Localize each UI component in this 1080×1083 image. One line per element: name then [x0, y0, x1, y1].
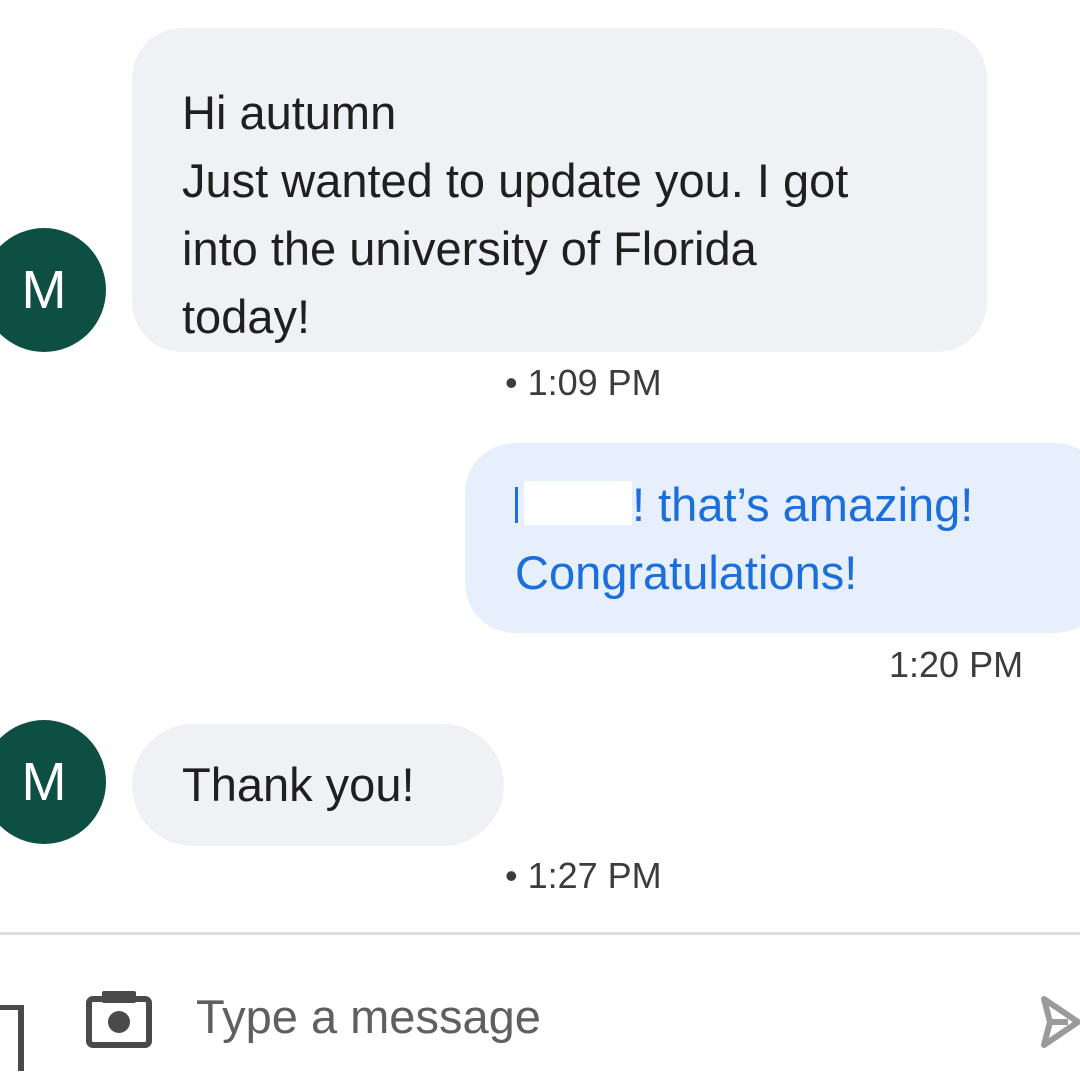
- message-timestamp: • 1:27 PM: [505, 855, 662, 896]
- sender-avatar[interactable]: M: [0, 228, 106, 352]
- message-text-line: today!: [182, 290, 311, 343]
- message-text-line: Hi autumn: [182, 86, 397, 139]
- message-text-line: Thank you!: [182, 758, 415, 811]
- sender-avatar[interactable]: M: [0, 720, 106, 844]
- message-composer: [0, 932, 1080, 1083]
- send-icon[interactable]: [1038, 993, 1080, 1051]
- outgoing-message-bubble[interactable]: ! that’s amazing! Congratulations!: [465, 443, 1080, 633]
- redacted-name-fragment: [515, 487, 518, 523]
- camera-icon[interactable]: [86, 987, 152, 1049]
- incoming-message-bubble[interactable]: Thank you!: [132, 724, 504, 846]
- message-thread[interactable]: M Hi autumn Just wanted to update you. I…: [0, 0, 1080, 934]
- message-input[interactable]: [196, 981, 976, 1051]
- message-timestamp: 1:20 PM: [889, 644, 1024, 685]
- message-timestamp: • 1:09 PM: [505, 362, 662, 403]
- redacted-name: [524, 481, 632, 525]
- attachment-icon[interactable]: [0, 1005, 24, 1071]
- sender-name-obscured: [180, 852, 490, 862]
- message-text-line: ! that’s amazing!: [515, 471, 1080, 539]
- incoming-message-bubble[interactable]: Hi autumn Just wanted to update you. I g…: [132, 28, 987, 352]
- message-text-line: Just wanted to update you. I got: [182, 154, 849, 207]
- message-text-line: Congratulations!: [515, 546, 858, 599]
- message-text: ! that’s amazing!: [632, 478, 974, 531]
- message-text-line: into the university of Florida: [182, 222, 757, 275]
